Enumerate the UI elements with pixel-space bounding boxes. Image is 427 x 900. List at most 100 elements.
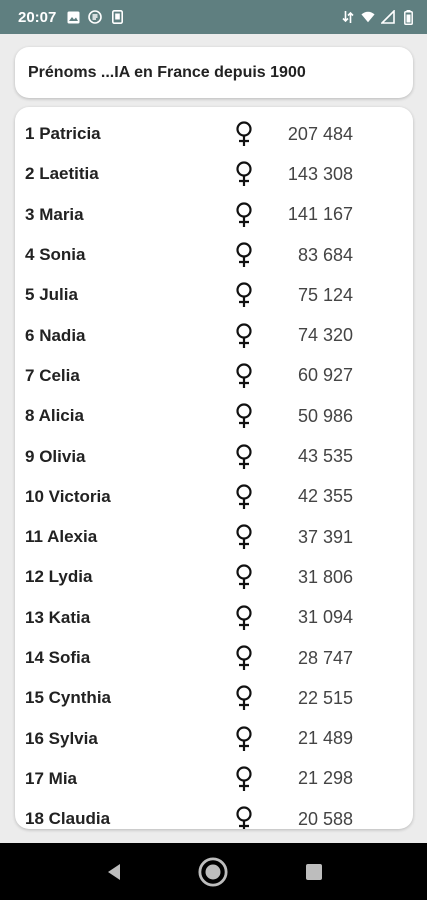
- rank: 16: [25, 728, 44, 748]
- first-name: Mia: [48, 768, 77, 788]
- signal-icon: [381, 10, 395, 24]
- rank: 12: [25, 567, 44, 587]
- list-item[interactable]: 12 Lydia 31 806: [15, 557, 413, 597]
- list-item[interactable]: 9 Olivia 43 535: [15, 436, 413, 476]
- rank-and-name: 15 Cynthia: [25, 688, 111, 708]
- first-name: Olivia: [39, 446, 86, 466]
- recents-icon[interactable]: [299, 857, 329, 887]
- rank: 1: [25, 124, 35, 144]
- birth-count: 141 167: [287, 204, 353, 225]
- list-item[interactable]: 2 Laetitia 143 308: [15, 154, 413, 194]
- birth-count: 21 298: [297, 768, 353, 789]
- rank-and-name: 16 Sylvia: [25, 729, 98, 749]
- rank: 4: [25, 245, 35, 265]
- first-name: Nadia: [39, 325, 86, 345]
- female-symbol-icon: [234, 403, 254, 429]
- birth-count: 60 927: [297, 365, 353, 386]
- birth-count: 75 124: [297, 284, 353, 305]
- birth-count: 43 535: [297, 446, 353, 467]
- sd-card-icon: [110, 10, 124, 24]
- first-name: Claudia: [48, 809, 111, 829]
- rank: 8: [25, 406, 35, 426]
- first-name: Laetitia: [39, 164, 99, 184]
- rank-and-name: 18 Claudia: [25, 809, 110, 829]
- birth-count: 22 515: [297, 687, 353, 708]
- rank-and-name: 13 Katia: [25, 608, 90, 628]
- birth-count: 31 094: [297, 607, 353, 628]
- navigation-bar: [0, 843, 427, 900]
- names-list-card[interactable]: 1 Patricia 207 484 2 Laetitia 143 308 3 Mari…: [15, 107, 413, 829]
- list-item[interactable]: 15 Cynthia 22 515: [15, 678, 413, 718]
- page-title: Prénoms ...IA en France depuis 1900: [28, 63, 306, 81]
- rank-and-name: 14 Sofia: [25, 648, 90, 668]
- first-name: Katia: [48, 607, 91, 627]
- first-name: Sofia: [48, 648, 91, 667]
- list-item[interactable]: 3 Maria 141 167: [15, 195, 413, 235]
- rank: 10: [25, 486, 44, 506]
- status-bar: 20:07: [0, 0, 427, 34]
- female-symbol-icon: [234, 363, 254, 389]
- first-name: Sonia: [39, 245, 86, 265]
- list-item[interactable]: 16 Sylvia 21 489: [15, 718, 413, 758]
- first-name: Julia: [39, 285, 78, 305]
- rank-and-name: 8 Alicia: [25, 406, 84, 426]
- female-symbol-icon: [234, 121, 254, 147]
- female-symbol-icon: [234, 766, 254, 792]
- rank: 15: [25, 688, 44, 708]
- female-symbol-icon: [234, 725, 254, 752]
- list-item[interactable]: 1 Patricia 207 484: [15, 114, 413, 154]
- first-name: Alicia: [38, 406, 84, 426]
- list-item[interactable]: 7 Celia 60 927: [15, 356, 413, 396]
- list-item[interactable]: 4 Sonia 83 684: [15, 235, 413, 275]
- birth-count: 31 806: [297, 566, 353, 587]
- rank: 13: [25, 607, 44, 627]
- list-item[interactable]: 8 Alicia 50 986: [15, 396, 413, 436]
- first-name: Victoria: [48, 486, 111, 506]
- female-symbol-icon: [234, 524, 254, 550]
- list-item[interactable]: 11 Alexia 37 391: [15, 517, 413, 557]
- rank-and-name: 17 Mia: [25, 769, 77, 789]
- first-name: Patricia: [39, 124, 101, 144]
- list-item[interactable]: 17 Mia 21 298: [15, 759, 413, 799]
- rank-and-name: 12 Lydia: [25, 567, 92, 587]
- rank-and-name: 7 Celia: [25, 366, 80, 386]
- rank-and-name: 4 Sonia: [25, 245, 86, 265]
- list-item[interactable]: 10 Victoria 42 355: [15, 477, 413, 517]
- names-list: 1 Patricia 207 484 2 Laetitia 143 308 3 Mari…: [15, 114, 413, 829]
- birth-count: 20 588: [297, 808, 353, 829]
- female-symbol-icon: [234, 605, 254, 631]
- list-item[interactable]: 6 Nadia 74 320: [15, 315, 413, 355]
- first-name: Cynthia: [48, 688, 111, 708]
- rank: 14: [25, 648, 44, 667]
- rank-and-name: 6 Nadia: [25, 326, 86, 346]
- status-time: 20:07: [18, 8, 57, 26]
- list-item[interactable]: 14 Sofia 28 747: [15, 638, 413, 678]
- rank-and-name: 3 Maria: [25, 205, 84, 225]
- back-icon[interactable]: [99, 857, 129, 887]
- rank: 2: [25, 164, 35, 184]
- rank-and-name: 9 Olivia: [25, 447, 86, 467]
- female-symbol-icon: [234, 564, 254, 590]
- female-symbol-icon: [234, 242, 254, 268]
- first-name: Lydia: [48, 567, 93, 587]
- female-symbol-icon: [234, 443, 254, 470]
- rank: 3: [25, 204, 35, 224]
- birth-count: 207 484: [287, 123, 353, 144]
- female-symbol-icon: [234, 806, 254, 829]
- birth-count: 143 308: [287, 163, 353, 184]
- list-item[interactable]: 18 Claudia 20 588: [15, 799, 413, 829]
- rank: 9: [25, 446, 35, 466]
- rank: 11: [25, 527, 43, 547]
- home-icon[interactable]: [198, 857, 228, 887]
- battery-icon: [401, 9, 415, 25]
- female-symbol-icon: [234, 645, 254, 671]
- birth-count: 21 489: [297, 728, 353, 749]
- rank-and-name: 5 Julia: [25, 285, 78, 305]
- birth-count: 42 355: [297, 486, 353, 507]
- list-item[interactable]: 13 Katia 31 094: [15, 598, 413, 638]
- female-symbol-icon: [234, 282, 254, 308]
- list-item[interactable]: 5 Julia 75 124: [15, 275, 413, 315]
- rank-and-name: 1 Patricia: [25, 124, 101, 144]
- rank: 5: [25, 285, 35, 305]
- female-symbol-icon: [234, 685, 254, 711]
